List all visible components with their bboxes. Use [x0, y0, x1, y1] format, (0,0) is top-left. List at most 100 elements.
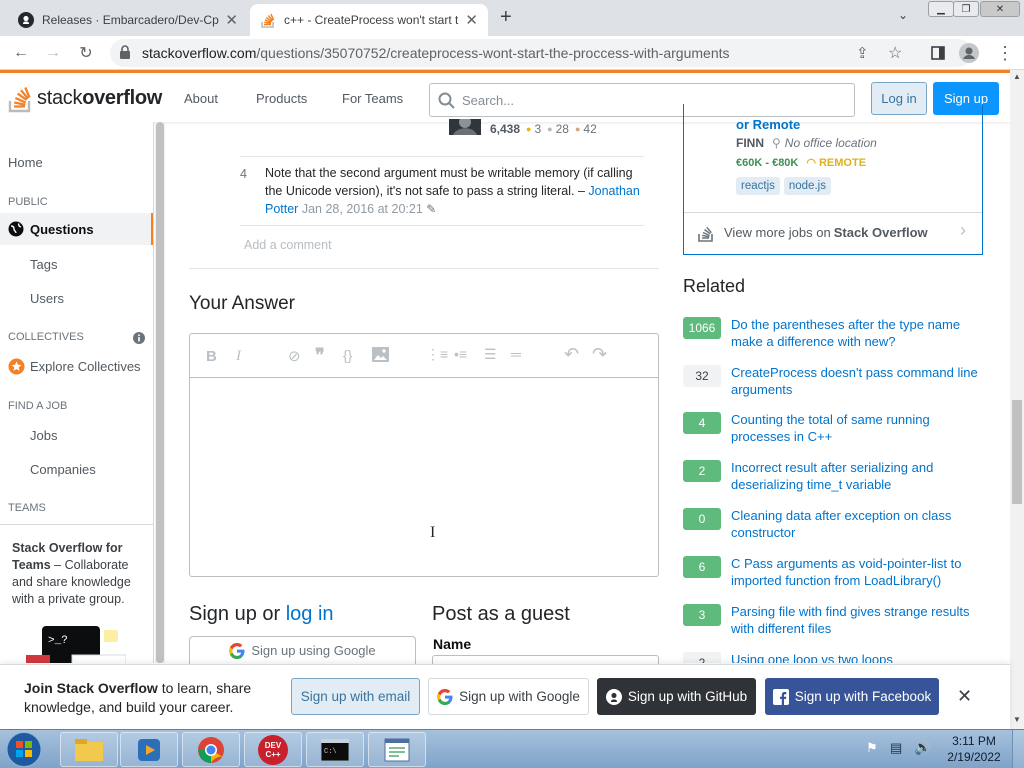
new-tab-icon[interactable]: + — [500, 6, 512, 29]
heading-icon[interactable]: ☰ — [484, 346, 497, 363]
scroll-down-arrow-icon[interactable]: ▼ — [1013, 715, 1021, 724]
explorer-taskbar-icon[interactable] — [60, 732, 118, 767]
sidebar-item-label: Explore Collectives — [30, 359, 141, 374]
nav-products[interactable]: Products — [256, 91, 307, 106]
related-link[interactable]: Do the parentheses after the type name m… — [731, 316, 981, 350]
banner-email-signup-button[interactable]: Sign up with email — [291, 678, 420, 715]
sidebar-scroll-thumb[interactable] — [156, 122, 164, 663]
console-taskbar-icon[interactable]: C:\ — [306, 732, 364, 767]
login-link[interactable]: log in — [286, 603, 334, 625]
link-icon[interactable]: ⊘ — [288, 347, 301, 365]
quote-icon[interactable]: ❞ — [315, 345, 325, 366]
tab-github-releases[interactable]: Releases · Embarcadero/Dev-Cpp ✕ — [8, 4, 248, 36]
sidebar-item-tags[interactable]: Tags — [30, 257, 57, 272]
related-link[interactable]: Parsing file with find gives strange res… — [731, 603, 981, 637]
job-tag[interactable]: node.js — [783, 177, 831, 195]
network-icon[interactable]: ▤ — [890, 740, 902, 756]
sidebar-item-home[interactable]: Home — [8, 155, 43, 170]
related-link[interactable]: Using one loop vs two loops — [731, 652, 981, 663]
system-clock[interactable]: 3:11 PM 2/19/2022 — [940, 733, 1008, 765]
related-link[interactable]: Counting the total of same running proce… — [731, 411, 981, 445]
sidebar-item-explore-collectives[interactable]: Explore Collectives — [8, 358, 141, 375]
related-link[interactable]: C Pass arguments as void-pointer-list to… — [731, 555, 981, 589]
page-scrollbar[interactable]: ▲ ▼ — [1010, 70, 1024, 730]
devcpp-taskbar-icon[interactable]: DEV C++ — [244, 732, 302, 767]
windows-taskbar: DEV C++ C:\ ⚑ ▤ 🔊 3:11 PM 2/19/2022 — [0, 729, 1024, 768]
tab-title: c++ - CreateProcess won't start t — [284, 13, 459, 27]
restore-window-icon[interactable]: ❐ — [953, 1, 979, 17]
close-banner-icon[interactable]: ✕ — [957, 686, 972, 707]
forward-arrow-icon[interactable]: → — [42, 42, 64, 64]
side-panel-icon[interactable] — [927, 42, 949, 64]
info-icon[interactable] — [133, 332, 145, 344]
nav-for-teams[interactable]: For Teams — [342, 91, 403, 106]
notepad-taskbar-icon[interactable] — [368, 732, 426, 767]
answer-textarea[interactable] — [190, 379, 658, 576]
job-ad-card: or Remote FINN ⚲ No office location €60K… — [683, 104, 983, 255]
related-link[interactable]: Cleaning data after exception on class c… — [731, 507, 981, 541]
sidebar-scrollbar[interactable] — [155, 122, 165, 663]
code-icon[interactable]: {} — [343, 347, 352, 363]
job-tag[interactable]: reactjs — [736, 177, 780, 195]
job-card-divider — [684, 212, 982, 213]
avatar[interactable] — [449, 119, 481, 135]
silver-badge-icon: ● — [547, 124, 553, 134]
related-link[interactable]: Incorrect result after serializing and d… — [731, 459, 981, 493]
action-center-flag-icon[interactable]: ⚑ — [866, 740, 878, 756]
reload-icon[interactable]: ↻ — [75, 42, 97, 64]
comment-body: Note that the second argument must be wr… — [265, 164, 640, 218]
search-placeholder: Search... — [462, 92, 515, 108]
comment-divider — [240, 225, 644, 226]
close-tab-icon[interactable]: ✕ — [465, 11, 478, 29]
url-path: /questions/35070752/createprocess-wont-s… — [256, 45, 730, 61]
chrome-taskbar-icon[interactable] — [182, 732, 240, 767]
scroll-up-arrow-icon[interactable]: ▲ — [1013, 72, 1021, 81]
nav-about[interactable]: About — [184, 91, 218, 106]
banner-facebook-label: Sign up with Facebook — [794, 689, 932, 704]
tab-search-chevron-icon[interactable]: ⌄ — [898, 8, 908, 22]
share-icon[interactable]: ⇪ — [856, 44, 869, 62]
browser-menu-icon[interactable]: ⋮ — [994, 42, 1016, 64]
image-icon[interactable] — [372, 347, 389, 362]
italic-icon[interactable]: I — [236, 348, 241, 365]
media-player-taskbar-icon[interactable] — [120, 732, 178, 767]
site-logo[interactable]: stack overflow — [8, 82, 162, 114]
show-desktop-button[interactable] — [1012, 730, 1024, 768]
sidebar-item-jobs[interactable]: Jobs — [30, 428, 57, 443]
job-title[interactable]: or Remote — [736, 117, 800, 132]
name-label: Name — [433, 636, 472, 652]
sidebar-item-companies[interactable]: Companies — [30, 462, 96, 477]
banner-google-label: Sign up with Google — [459, 689, 580, 704]
profile-avatar-icon[interactable] — [958, 42, 980, 64]
banner-github-signup-button[interactable]: Sign up with GitHub — [597, 678, 756, 715]
numbered-list-icon[interactable]: ⋮≡ — [426, 346, 448, 363]
view-more-jobs-link[interactable]: View more jobs on Stack Overflow › — [698, 220, 978, 242]
related-score-badge: 4 — [683, 412, 721, 434]
minimize-window-icon[interactable]: ▁ — [928, 1, 954, 17]
related-score-badge: 6 — [683, 556, 721, 578]
banner-google-signup-button[interactable]: Sign up with Google — [428, 678, 589, 715]
related-link[interactable]: CreateProcess doesn't pass command line … — [731, 364, 981, 398]
horizontal-rule-icon[interactable]: ═ — [511, 346, 521, 362]
start-button-icon[interactable] — [4, 731, 44, 768]
sidebar-item-users[interactable]: Users — [30, 291, 64, 306]
related-item[interactable]: 2 Using one loop vs two loops — [683, 652, 983, 663]
page-scroll-thumb[interactable] — [1012, 400, 1022, 504]
undo-icon[interactable]: ↶ — [564, 344, 579, 365]
google-signup-button[interactable]: Sign up using Google — [189, 636, 416, 664]
add-comment-link[interactable]: Add a comment — [244, 238, 332, 252]
close-window-icon[interactable]: ✕ — [980, 1, 1020, 17]
banner-facebook-signup-button[interactable]: Sign up with Facebook — [765, 678, 939, 715]
banner-join-bold: Join Stack Overflow — [24, 680, 158, 696]
teams-illustration-icon: >_? — [26, 625, 126, 663]
bookmark-star-icon[interactable]: ☆ — [888, 43, 902, 63]
address-bar[interactable]: stackoverflow.com/questions/35070752/cre… — [110, 39, 972, 67]
sidebar-item-questions[interactable]: Questions — [0, 213, 153, 245]
tab-stackoverflow[interactable]: c++ - CreateProcess won't start t ✕ — [250, 4, 488, 36]
bold-icon[interactable]: B — [206, 348, 217, 365]
close-tab-icon[interactable]: ✕ — [225, 11, 238, 29]
bulleted-list-icon[interactable]: •≡ — [454, 346, 467, 362]
back-arrow-icon[interactable]: ← — [10, 42, 32, 64]
volume-icon[interactable]: 🔊 — [914, 739, 931, 756]
redo-icon[interactable]: ↷ — [592, 344, 607, 365]
